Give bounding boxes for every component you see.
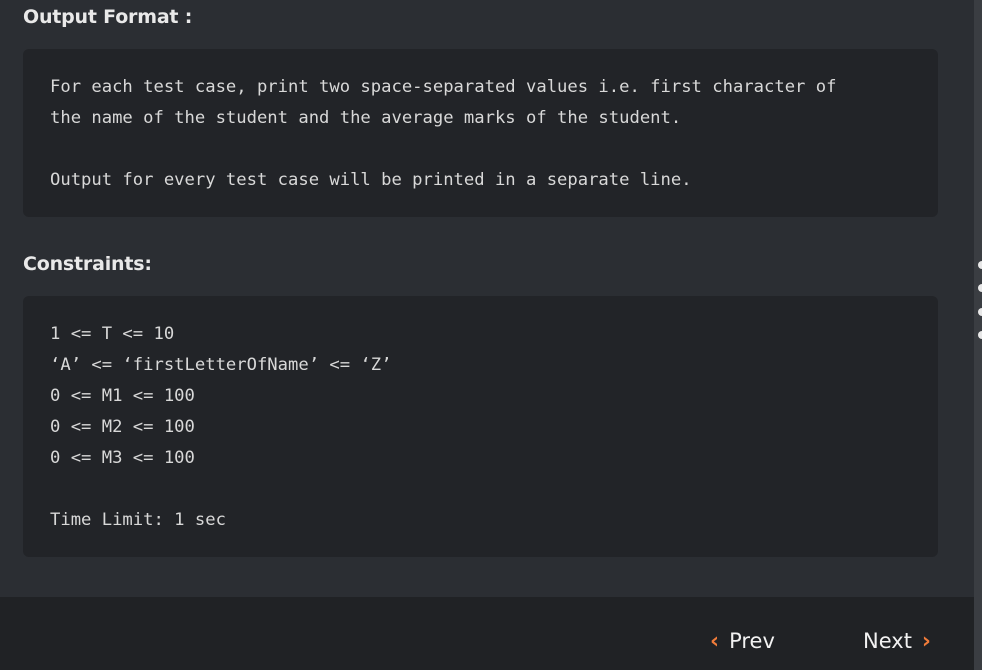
navigation-footer <box>0 597 974 670</box>
more-dot-icon[interactable] <box>978 331 982 339</box>
constraint-line-2: ‘A’ <= ‘firstLetterOfName’ <= ‘Z’ <box>50 355 392 375</box>
time-limit-line: Time Limit: 1 sec <box>50 510 226 530</box>
chevron-right-icon: › <box>921 628 931 654</box>
constraint-line-5: 0 <= M3 <= 100 <box>50 448 195 468</box>
output-format-line-4: Output for every test case will be print… <box>50 170 692 190</box>
more-dot-icon[interactable] <box>978 308 982 316</box>
output-format-line-1: For each test case, print two space-sepa… <box>50 77 837 97</box>
problem-content: Output Format : For each test case, prin… <box>0 0 974 597</box>
constraint-line-1: 1 <= T <= 10 <box>50 324 175 344</box>
constraints-box: 1 <= T <= 10 ‘A’ <= ‘firstLetterOfName’ … <box>23 296 938 557</box>
more-dot-icon[interactable] <box>978 284 982 292</box>
next-label: Next <box>863 629 912 653</box>
chevron-left-icon: ‹ <box>710 628 720 654</box>
prev-label: Prev <box>729 629 775 653</box>
more-dot-icon[interactable] <box>978 261 982 269</box>
next-button[interactable]: Next › <box>863 626 931 656</box>
constraints-heading: Constraints: <box>23 253 152 275</box>
output-format-heading: Output Format : <box>23 6 193 28</box>
constraint-line-4: 0 <= M2 <= 100 <box>50 417 195 437</box>
constraint-line-3: 0 <= M1 <= 100 <box>50 386 195 406</box>
output-format-box: For each test case, print two space-sepa… <box>23 49 938 217</box>
output-format-line-2: the name of the student and the average … <box>50 108 682 128</box>
prev-button[interactable]: ‹ Prev <box>710 626 775 656</box>
